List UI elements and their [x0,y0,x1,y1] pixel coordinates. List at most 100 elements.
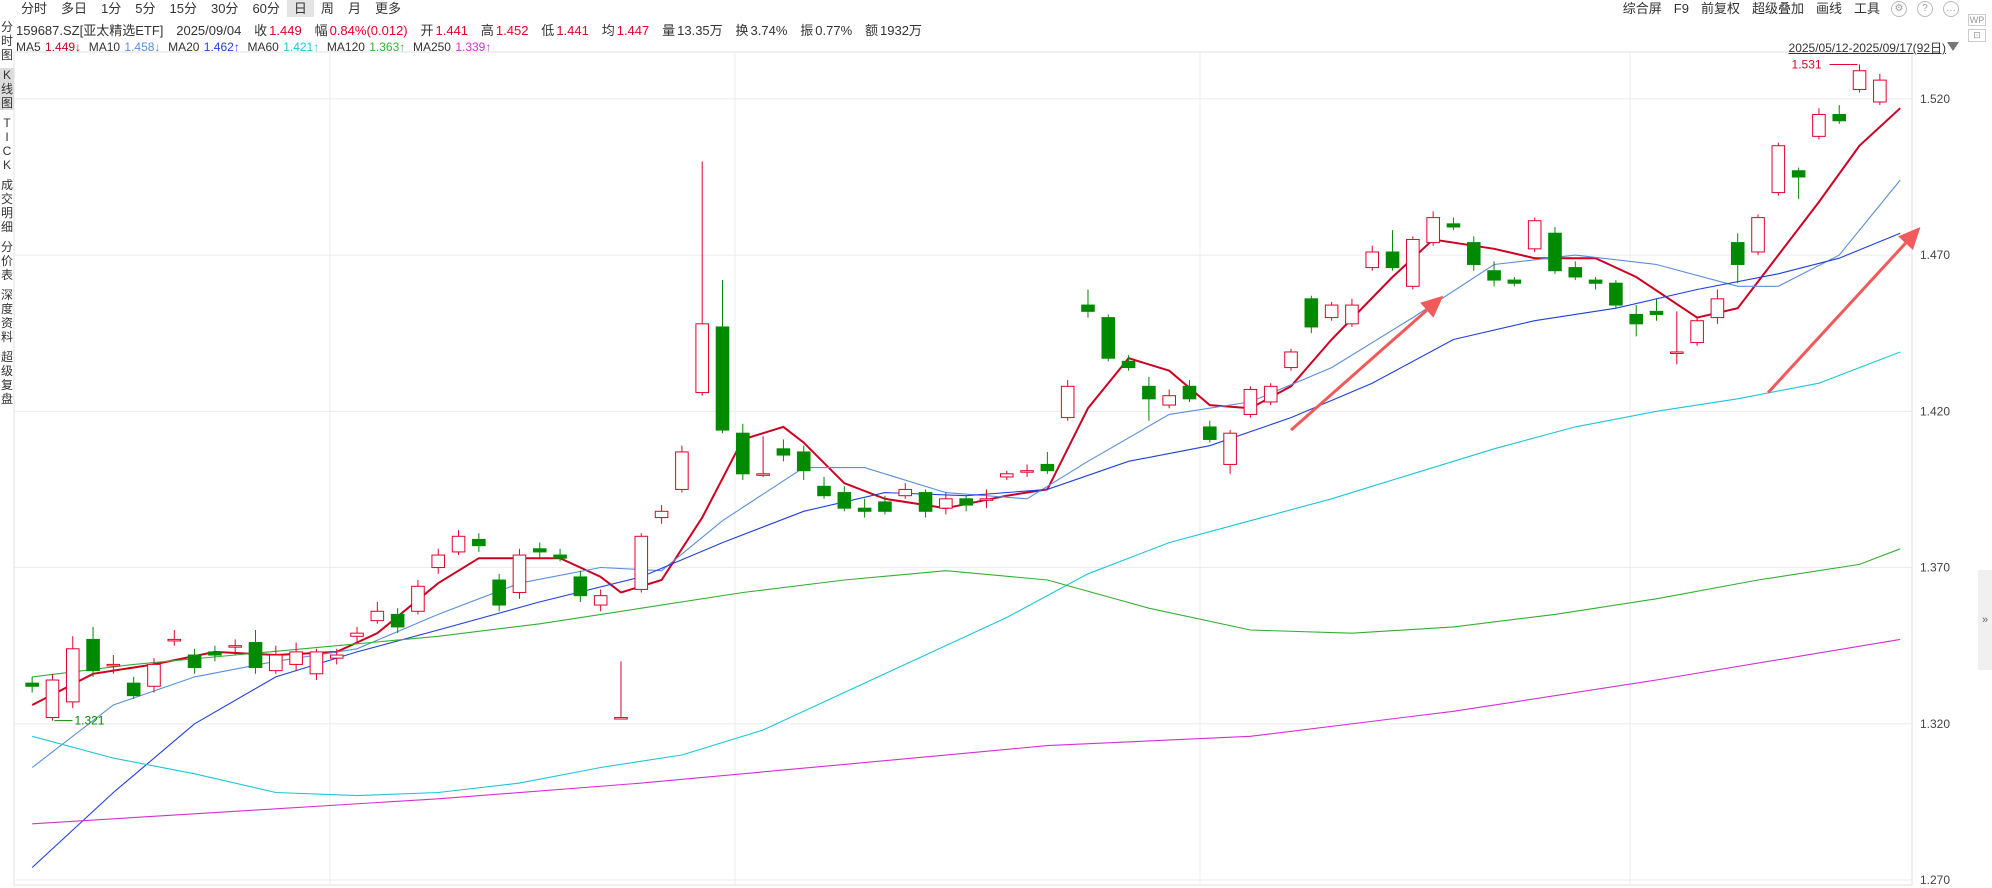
tool-button-2[interactable]: 前复权 [1695,0,1746,17]
lock-icon[interactable]: ⊡ [1968,29,1986,42]
candle-body-81 [1670,351,1684,354]
candle-body-45 [939,498,953,509]
plot-frame [13,51,1913,886]
period-tab-2[interactable]: 1分 [94,0,128,17]
candle-body-67 [1385,251,1400,269]
ma-legend-value-0: 1.449↓ [45,40,82,54]
candle-body-24 [512,554,527,594]
candle-body-63 [1304,298,1319,328]
sidebar-item-1[interactable]: K线图 [0,68,14,110]
ma-legend-name-3: MA60 [247,40,283,54]
candle-body-35 [736,432,750,475]
candle-body-36 [756,473,770,476]
amplitude-label: 振 [800,23,814,38]
more-icon[interactable]: … [1943,0,1959,17]
candle-body-23 [492,579,506,606]
tool-button-3[interactable]: 超级叠加 [1746,0,1810,17]
candle-body-6 [147,663,161,687]
turnover-value: 3.74% [750,23,788,38]
candle-body-89 [1832,113,1847,122]
sidebar-item-6[interactable]: 超级复盘 [0,350,14,406]
period-tab-8[interactable]: 周 [314,0,341,17]
y-tick-label-1: 1.320 [1920,717,1950,731]
candle-body-75 [1548,232,1562,272]
candle-body-14 [309,651,324,675]
period-tab-4[interactable]: 15分 [163,0,204,17]
candle-body-66 [1365,251,1380,269]
period-tab-10[interactable]: 更多 [368,0,408,17]
candle-body-90 [1852,70,1867,90]
candle-body-68 [1406,238,1420,287]
candle-body-19 [411,585,425,612]
period-tab-7[interactable]: 日 [286,0,314,17]
y-tick-label-3: 1.420 [1920,404,1950,418]
sidebar-item-5[interactable]: 深度资料 [0,288,14,344]
period-tab-6[interactable]: 60分 [245,0,286,17]
amount-label: 额 [864,23,878,38]
y-tick-label-2: 1.370 [1920,561,1950,575]
candle-body-2 [65,648,80,703]
candle-body-30 [634,535,649,590]
period-tab-1[interactable]: 多日 [54,0,94,17]
candle-body-65 [1345,304,1359,325]
candle-body-15 [329,654,344,659]
candle-body-86 [1771,145,1786,194]
candle-body-43 [898,488,913,497]
change-value: 0.84%(0.012) [329,23,408,38]
candle-body-12 [269,654,283,672]
candle-body-61 [1263,385,1278,403]
candle-body-1 [45,679,60,719]
candle-body-46 [959,498,973,506]
candle-body-44 [918,492,933,512]
period-tabs: 分时 多日 1分 5分 15分 30分 60分日周月更多 [14,0,408,17]
candle-body-39 [817,485,831,497]
candle-body-83 [1710,298,1725,319]
candle-body-22 [472,538,486,547]
candle-body-84 [1730,242,1745,265]
candle-body-32 [675,451,689,490]
quote-date: 2025/09/04 [176,23,242,38]
help-icon[interactable]: ? [1917,0,1933,17]
left-sidebar: 分时图 K线图 TICK 成交明细分价表深度资料超级复盘 [0,20,14,412]
sidebar-item-3[interactable]: 成交明细 [0,178,14,234]
ma-legend-name-0: MA5 [16,40,45,54]
period-tab-5[interactable]: 30分 [204,0,245,17]
low-label: 低 [541,23,555,38]
candle-body-77 [1588,279,1603,284]
tool-button-5[interactable]: 工具 [1848,0,1886,17]
sidebar-item-0[interactable]: 分时图 [0,20,14,62]
gear-icon[interactable]: ⚙ [1891,0,1907,17]
candle-body-69 [1426,217,1440,244]
candle-body-80 [1649,310,1664,315]
sidebar-item-2[interactable]: TICK [0,116,14,172]
ma-legend: MA5 1.449↓ MA10 1.458↓ MA20 1.462↑ MA60 … [16,40,499,54]
tool-button-4[interactable]: 画线 [1810,0,1848,17]
sidebar-item-4[interactable]: 分价表 [0,240,14,282]
tool-button-1[interactable]: F9 [1668,0,1695,17]
period-tab-9[interactable]: 月 [341,0,368,17]
ma-legend-name-4: MA120 [326,40,369,54]
range-dropdown-icon[interactable] [1947,42,1959,51]
candle-body-56 [1162,395,1176,406]
candle-body-28 [593,595,608,606]
period-tab-3[interactable]: 5分 [128,0,162,17]
amount-value: 1932万 [880,23,922,38]
y-tick-label-0: 1.270 [1920,873,1950,887]
candle-body-53 [1101,317,1116,359]
tool-button-0[interactable]: 综合屏 [1617,0,1668,17]
candle-body-59 [1223,432,1237,465]
expand-panel-icon[interactable]: » [1978,570,1992,670]
candlestick-chart[interactable]: 1.270 1.320 1.370 1.420 1.470 1.520 1.531 1.321 [0,0,1992,888]
wp-icon[interactable]: WP [1968,14,1986,26]
symbol-label: 159687.SZ[亚太精选ETF] [16,23,164,38]
period-tab-0[interactable]: 分时 [14,0,54,17]
candle-body-0 [25,682,39,687]
ma-legend-value-5: 1.339↑ [455,40,492,54]
candle-body-85 [1751,217,1765,253]
ma-legend-name-2: MA20 [168,40,203,54]
candle-body-64 [1324,304,1339,319]
candle-body-82 [1690,320,1704,344]
open-value: 1.441 [435,23,469,38]
ma-line-ma10 [31,179,1901,768]
date-range-selector[interactable]: 2025/05/12-2025/09/17(92日) [1789,39,1946,56]
